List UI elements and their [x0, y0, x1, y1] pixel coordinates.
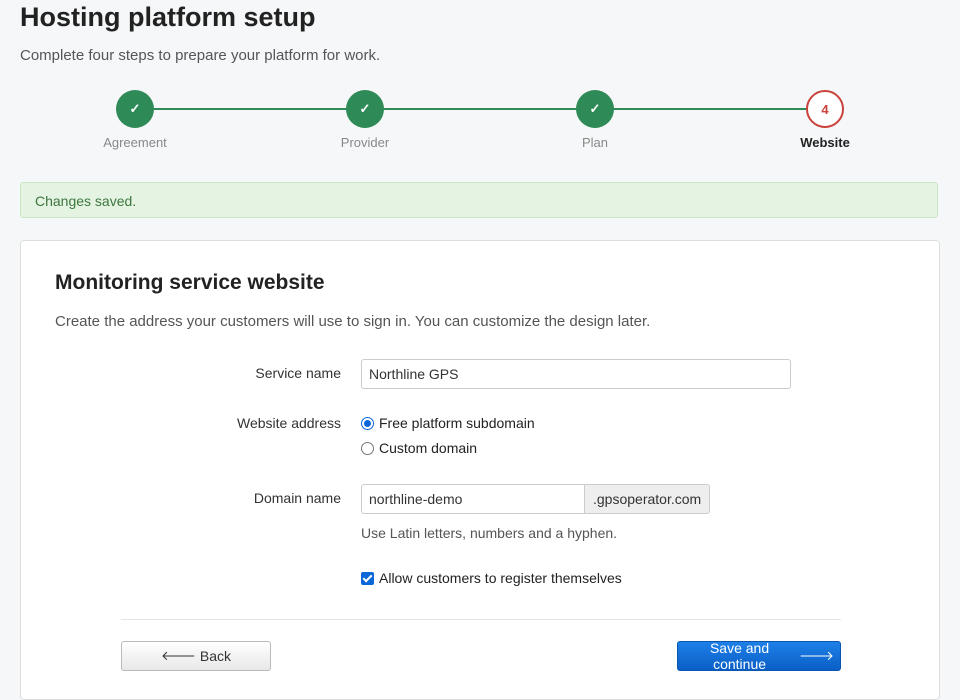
back-button-label: Back	[199, 648, 231, 664]
website-setup-card: Monitoring service website Create the ad…	[20, 240, 940, 700]
domain-name-label: Domain name	[253, 490, 341, 506]
radio-label: Custom domain	[379, 440, 478, 456]
checkmark-icon: ✓	[116, 90, 154, 128]
checkmark-icon: ✓	[576, 90, 614, 128]
step-website: 4 Website	[760, 88, 890, 150]
website-address-label: Website address	[236, 415, 341, 431]
setup-stepper: ✓ Agreement ✓ Provider ✓ Plan 4 Website	[0, 88, 960, 158]
domain-suffix: .gpsoperator.com	[585, 484, 711, 514]
radio-checked-icon[interactable]	[361, 416, 374, 430]
checkbox-label: Allow customers to register themselves	[379, 570, 622, 586]
radio-custom-domain[interactable]: Custom domain	[361, 440, 477, 456]
domain-help-text: Use Latin letters, numbers and a hyphen.	[361, 525, 618, 541]
step-label: Provider	[340, 135, 390, 150]
step-agreement: ✓ Agreement	[70, 88, 200, 150]
service-name-label: Service name	[255, 365, 341, 381]
domain-name-input[interactable]	[361, 484, 585, 514]
arrow-left-icon: 🡐	[161, 648, 196, 663]
save-continue-button[interactable]: Save and continue 🡒	[677, 640, 841, 672]
checkmark-icon: ✓	[346, 90, 384, 128]
step-connector	[135, 108, 825, 110]
service-name-input[interactable]	[361, 359, 791, 389]
radio-label: Free platform subdomain	[379, 415, 535, 431]
step-plan: ✓ Plan	[530, 88, 660, 150]
step-label: Plan	[581, 135, 609, 150]
card-title: Monitoring service website	[55, 271, 325, 294]
self-register-checkbox-row[interactable]: Allow customers to register themselves	[361, 570, 622, 586]
card-description: Create the address your customers will u…	[55, 313, 651, 330]
checkbox-checked-icon[interactable]	[361, 571, 374, 585]
radio-unchecked-icon[interactable]	[361, 441, 374, 455]
back-button[interactable]: 🡐 Back	[121, 641, 271, 671]
step-number: 4	[806, 90, 844, 128]
save-button-label: Save and continue	[709, 640, 770, 672]
radio-free-subdomain[interactable]: Free platform subdomain	[361, 415, 535, 431]
page-subtitle: Complete four steps to prepare your plat…	[20, 47, 381, 64]
success-alert: Changes saved.	[20, 182, 938, 218]
step-provider: ✓ Provider	[300, 88, 430, 150]
divider	[121, 619, 841, 620]
step-label: Agreement	[103, 135, 167, 150]
step-label: Website	[800, 135, 850, 150]
arrow-right-icon: 🡒	[799, 648, 834, 663]
page-title: Hosting platform setup	[20, 2, 316, 32]
